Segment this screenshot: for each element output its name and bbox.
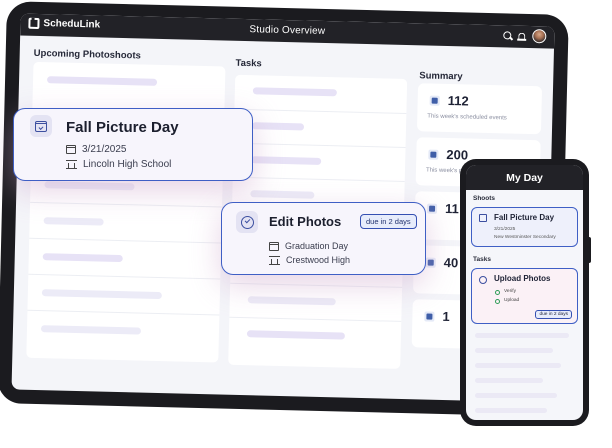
list-item[interactable] xyxy=(26,309,220,351)
list-item[interactable] xyxy=(475,408,547,413)
summary-value: 40 xyxy=(443,254,459,271)
bell-icon[interactable] xyxy=(518,32,526,40)
calendar-icon xyxy=(479,214,487,222)
user-icon xyxy=(425,257,436,268)
phone-due-badge: due in 2 days xyxy=(535,310,572,319)
list-item[interactable] xyxy=(33,62,226,103)
school-icon xyxy=(269,255,280,265)
app-header: ScheduLink Studio Overview xyxy=(20,13,555,49)
check-circle-icon xyxy=(236,211,258,233)
due-badge: due in 2 days xyxy=(360,214,417,229)
tasks-heading: Tasks xyxy=(235,57,262,70)
phone-task-step: Verify xyxy=(504,289,516,294)
phone-shoot-title: Fall Picture Day xyxy=(494,213,555,222)
summary-value: 1 xyxy=(442,308,450,325)
list-item[interactable] xyxy=(228,316,402,357)
summary-caption: This week's scheduled events xyxy=(427,113,507,122)
page-title: Studio Overview xyxy=(249,24,326,37)
list-icon xyxy=(426,203,438,214)
list-item[interactable] xyxy=(475,333,569,338)
search-icon[interactable] xyxy=(503,31,512,40)
avatar[interactable] xyxy=(532,29,547,44)
list-item[interactable] xyxy=(475,393,557,398)
photoshoots-list xyxy=(26,61,226,363)
calendar-icon xyxy=(269,241,279,251)
check-icon xyxy=(495,299,500,304)
fall-picture-day-card[interactable]: Fall Picture Day 3/21/2025 Lincoln High … xyxy=(13,108,253,181)
phone-task-card[interactable]: Upload Photos Verify Upload due in 2 day… xyxy=(471,268,578,324)
summary-card-events[interactable]: 112 This week's scheduled events xyxy=(416,83,543,135)
shoot-school: Lincoln High School xyxy=(83,159,172,170)
summary-value: 11 xyxy=(444,200,459,217)
school-icon xyxy=(66,160,77,169)
shoot-title: Fall Picture Day xyxy=(66,119,179,136)
list-item[interactable] xyxy=(28,237,222,279)
task-school: Crestwood High xyxy=(286,255,351,265)
task-event: Graduation Day xyxy=(285,241,349,251)
shoot-date: 3/21/2025 xyxy=(82,144,127,155)
list-item[interactable] xyxy=(475,378,543,383)
phone-shoot-school: New Westminster Secondary xyxy=(494,235,556,240)
task-title: Edit Photos xyxy=(269,214,342,229)
phone-task-step: Upload xyxy=(504,298,520,303)
calendar-check-icon xyxy=(30,115,52,137)
phone-device: My Day Shoots Fall Picture Day 3/21/2025… xyxy=(460,159,589,426)
edit-photos-card[interactable]: Edit Photos due in 2 days Graduation Day… xyxy=(221,202,426,275)
phone-task-title: Upload Photos xyxy=(494,274,551,283)
list-item[interactable] xyxy=(29,201,223,243)
camera-icon xyxy=(428,149,439,160)
check-circle-icon xyxy=(479,276,487,284)
shoots-section-label: Shoots xyxy=(473,195,496,202)
summary-value: 112 xyxy=(447,92,469,109)
phone-shoot-card[interactable]: Fall Picture Day 3/21/2025 New Westminst… xyxy=(471,207,578,247)
list-item[interactable] xyxy=(27,273,221,315)
upcoming-photoshoots-heading: Upcoming Photoshoots xyxy=(33,47,141,62)
calendar-icon xyxy=(66,145,76,154)
phone-shoot-date: 3/21/2025 xyxy=(494,227,516,232)
phone-screen: My Day Shoots Fall Picture Day 3/21/2025… xyxy=(466,165,583,420)
user-icon xyxy=(424,311,435,322)
calendar-icon xyxy=(429,95,440,106)
list-item[interactable] xyxy=(475,348,553,353)
summary-value: 200 xyxy=(446,146,469,163)
tasks-section-label: Tasks xyxy=(473,256,491,263)
check-icon xyxy=(495,290,500,295)
phone-title: My Day xyxy=(466,165,583,190)
list-item[interactable] xyxy=(475,363,561,368)
summary-heading: Summary xyxy=(419,70,463,83)
